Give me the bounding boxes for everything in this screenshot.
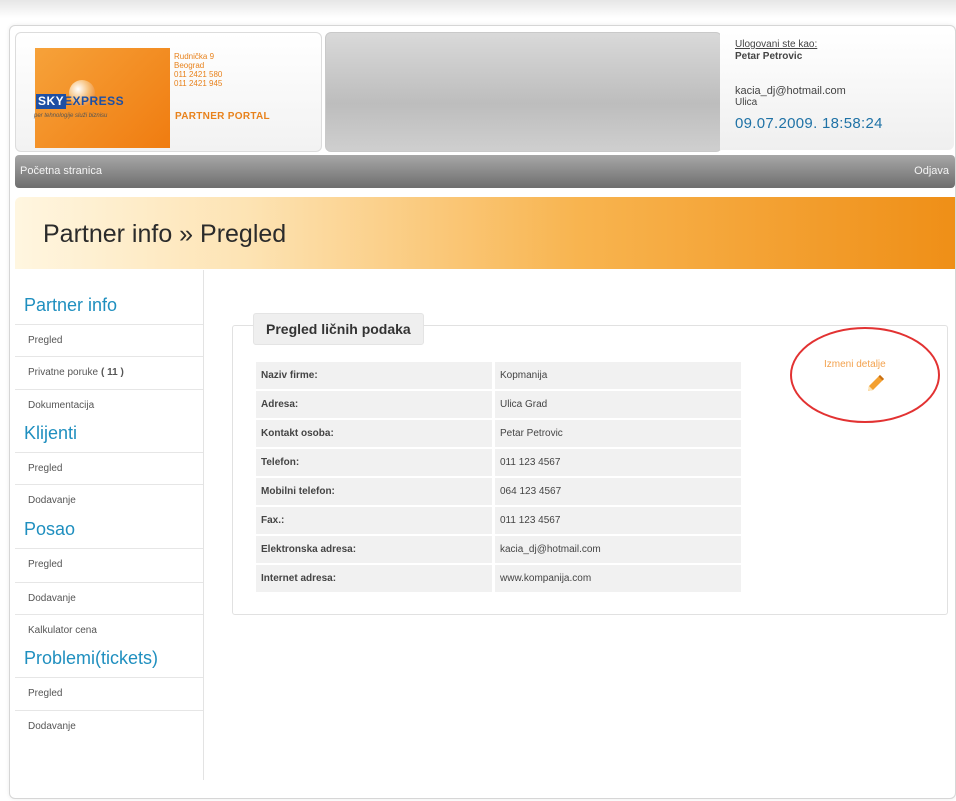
field-value: 011 123 4567	[495, 449, 741, 476]
table-row: Elektronska adresa: kacia_dj@hotmail.com	[256, 536, 741, 563]
sidebar-item-posao-dodavanje[interactable]: Dodavanje	[15, 582, 203, 614]
field-value: kacia_dj@hotmail.com	[495, 536, 741, 563]
sidebar-item-label: Dodavanje	[28, 495, 76, 506]
sidebar-item-label: Pregled	[28, 559, 63, 570]
table-row: Adresa: Ulica Grad	[256, 391, 741, 418]
sidebar-section-partner-info[interactable]: Partner info	[24, 295, 117, 316]
header-banner-middle	[325, 32, 722, 152]
sidebar-item-label: Pregled	[28, 688, 63, 699]
sidebar-item-kalkulator-cena[interactable]: Kalkulator cena	[15, 614, 203, 646]
user-email: kacia_dj@hotmail.com	[735, 85, 846, 97]
sidebar-section-posao[interactable]: Posao	[24, 519, 75, 540]
field-value: 064 123 4567	[495, 478, 741, 505]
sidebar-item-problemi-pregled[interactable]: Pregled	[15, 677, 203, 709]
field-label: Elektronska adresa:	[256, 536, 495, 563]
user-street: Ulica	[735, 97, 758, 108]
logo-express-text: EXPRESS	[64, 94, 125, 108]
field-label: Internet adresa:	[256, 565, 495, 592]
field-value: www.kompanija.com	[495, 565, 741, 592]
field-label: Telefon:	[256, 449, 495, 476]
sidebar-item-label: Pregled	[28, 463, 63, 474]
sidebar-item-dokumentacija[interactable]: Dokumentacija	[15, 389, 203, 421]
user-info-panel: Ulogovani ste kao: Petar Petrovic kacia_…	[720, 32, 954, 150]
field-value: Petar Petrovic	[495, 420, 741, 447]
current-datetime: 09.07.2009. 18:58:24	[735, 115, 883, 132]
table-row: Naziv firme: Kopmanija	[256, 362, 741, 389]
top-nav-bar: Početna stranica Odjava	[15, 155, 955, 188]
table-row: Telefon: 011 123 4567	[256, 449, 741, 476]
page-title: Partner info » Pregled	[43, 220, 287, 248]
field-value: 011 123 4567	[495, 507, 741, 534]
sidebar-item-privatne-poruke[interactable]: Privatne poruke( 11 )	[15, 356, 203, 388]
sidebar-item-problemi-dodavanje[interactable]: Dodavanje	[15, 710, 203, 742]
field-label: Fax.:	[256, 507, 495, 534]
logo-sky-text: SKY	[36, 94, 67, 109]
portal-title: PARTNER PORTAL	[175, 111, 270, 122]
logged-in-label: Ulogovani ste kao:	[735, 39, 818, 50]
message-count-badge: ( 11 )	[101, 367, 124, 378]
sidebar-item-label: Pregled	[28, 335, 63, 346]
contact-phone-1: 011 2421 580	[174, 70, 223, 79]
top-fade	[0, 0, 956, 18]
sidebar-item-label: Privatne poruke	[28, 367, 99, 378]
section-title: Pregled ličnih podaka	[253, 313, 424, 345]
nav-home-link[interactable]: Početna stranica	[20, 165, 102, 177]
sidebar-section-klijenti[interactable]: Klijenti	[24, 423, 77, 444]
highlight-circle-annotation	[790, 327, 940, 423]
contact-city: Beograd	[174, 61, 205, 70]
sidebar-item-klijenti-pregled[interactable]: Pregled	[15, 452, 203, 484]
sidebar-item-label: Dokumentacija	[28, 400, 95, 411]
logo-tagline: per tehnologije služi biznisu	[34, 113, 108, 119]
field-label: Naziv firme:	[256, 362, 495, 389]
sidebar-item-partner-pregled[interactable]: Pregled	[15, 324, 203, 356]
field-value: Ulica Grad	[495, 391, 741, 418]
sidebar-section-problemi[interactable]: Problemi(tickets)	[24, 648, 158, 669]
details-table: Naziv firme: Kopmanija Adresa: Ulica Grad …	[256, 360, 741, 594]
table-row: Kontakt osoba: Petar Petrovic	[256, 420, 741, 447]
field-label: Kontakt osoba:	[256, 420, 495, 447]
table-row: Fax.: 011 123 4567	[256, 507, 741, 534]
sidebar-item-label: Dodavanje	[28, 593, 76, 604]
sidebar-item-label: Kalkulator cena	[28, 625, 97, 636]
contact-info: Rudnička 9 Beograd 011 2421 580 011 2421…	[174, 52, 222, 88]
page-title-banner: Partner info » Pregled	[15, 197, 955, 269]
contact-street: Rudnička 9	[174, 52, 215, 61]
sidebar-item-label: Dodavanje	[28, 721, 76, 732]
table-row: Internet adresa: www.kompanija.com	[256, 565, 741, 592]
field-value: Kopmanija	[495, 362, 741, 389]
sidebar-item-posao-pregled[interactable]: Pregled	[15, 548, 203, 580]
user-name: Petar Petrovic	[735, 51, 803, 62]
nav-logout-link[interactable]: Odjava	[914, 165, 949, 177]
field-label: Adresa:	[256, 391, 495, 418]
contact-phone-2: 011 2421 945	[174, 79, 223, 88]
table-row: Mobilni telefon: 064 123 4567	[256, 478, 741, 505]
sidebar-item-klijenti-dodavanje[interactable]: Dodavanje	[15, 484, 203, 516]
field-label: Mobilni telefon:	[256, 478, 495, 505]
brand-panel: SKY EXPRESS per tehnologije služi biznis…	[15, 32, 322, 152]
